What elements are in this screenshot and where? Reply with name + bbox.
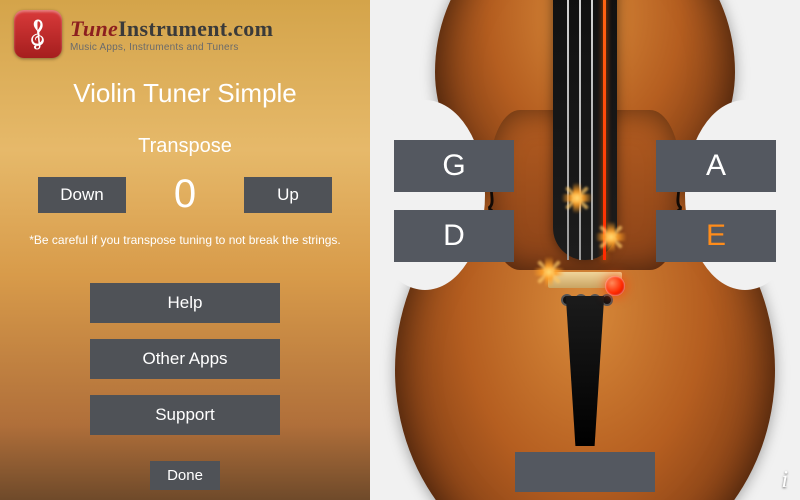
transpose-down-button[interactable]: Down (38, 177, 126, 213)
transpose-up-button[interactable]: Up (244, 177, 332, 213)
string-a-line (591, 0, 593, 260)
extra-button[interactable] (515, 452, 655, 492)
done-button[interactable]: Done (150, 461, 220, 490)
other-apps-button[interactable]: Other Apps (90, 339, 280, 379)
fingerboard (553, 0, 617, 260)
support-button[interactable]: Support (90, 395, 280, 435)
settings-panel: TuneInstrument.com Music Apps, Instrumen… (0, 0, 370, 500)
menu: Help Other Apps Support (0, 283, 370, 435)
brand-row: TuneInstrument.com Music Apps, Instrumen… (0, 0, 370, 60)
string-g-line (567, 0, 569, 260)
string-e-button[interactable]: E (656, 210, 776, 262)
transpose-controls: Down 0 Up (0, 172, 370, 217)
transpose-warning: *Be careful if you transpose tuning to n… (0, 233, 370, 247)
transpose-value: 0 (160, 172, 210, 217)
page-title: Violin Tuner Simple (0, 78, 370, 109)
app-root: TuneInstrument.com Music Apps, Instrumen… (0, 0, 800, 500)
help-button[interactable]: Help (90, 283, 280, 323)
brand-name-rest: Instrument.com (118, 16, 273, 41)
string-g-button[interactable]: G (394, 140, 514, 192)
brand-logo-icon (14, 10, 62, 58)
string-e-line (603, 0, 606, 260)
brand-name: TuneInstrument.com (70, 16, 273, 42)
info-icon[interactable]: i (781, 467, 788, 494)
string-d-line (579, 0, 581, 260)
brand-text: TuneInstrument.com Music Apps, Instrumen… (70, 16, 273, 53)
string-d-button[interactable]: D (394, 210, 514, 262)
brand-tagline: Music Apps, Instruments and Tuners (70, 42, 273, 53)
tuner-panel: G D A E i (370, 0, 800, 500)
string-a-button[interactable]: A (656, 140, 776, 192)
transpose-label: Transpose (0, 135, 370, 158)
done-row: Done (0, 461, 370, 490)
brand-name-tune: Tune (70, 16, 118, 41)
treble-clef-icon (21, 17, 55, 51)
active-string-indicator (605, 276, 625, 296)
fine-tuner (603, 296, 611, 304)
